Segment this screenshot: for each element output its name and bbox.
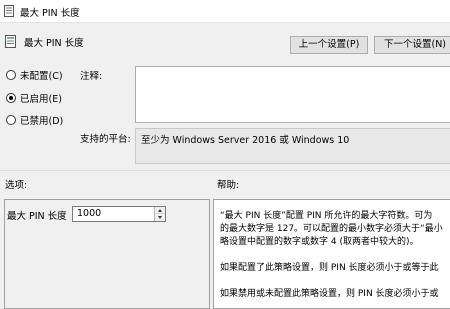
help-section-label: 帮助: — [217, 180, 240, 191]
window-title: 最大 PIN 长度 — [20, 8, 80, 19]
policy-document-icon — [4, 5, 14, 17]
options-section-label: 选项: — [5, 180, 28, 191]
arrow-up-icon — [158, 209, 162, 212]
radio-enabled[interactable]: 已启用(E) — [6, 91, 62, 105]
radio-button[interactable] — [6, 115, 16, 125]
section-divider — [0, 170, 450, 171]
arrow-down-icon — [158, 216, 162, 219]
max-pin-length-spinbox[interactable]: 1000 — [72, 206, 166, 222]
policy-setting-icon — [5, 35, 16, 48]
radio-button[interactable] — [6, 70, 16, 80]
help-text-line: 如果禁用或未配置此策略设置，则 PIN 长度必须小于或 — [220, 289, 439, 299]
radio-label: 已禁用(D) — [20, 116, 64, 127]
max-pin-length-label: 最大 PIN 长度 — [7, 211, 67, 222]
comment-label: 注释: — [80, 71, 103, 82]
supported-platform-label: 支持的平台: — [80, 134, 131, 145]
help-text-line: 的最大数字是 127。可以配置的最小数字必须大于“最小 — [220, 224, 443, 234]
radio-disabled[interactable]: 已禁用(D) — [6, 113, 63, 127]
radio-label: 已启用(E) — [20, 94, 62, 105]
help-text-line: 如果配置了此策略设置，则 PIN 长度必须小于或等于此 — [220, 263, 439, 273]
spin-down-button[interactable] — [154, 214, 165, 221]
comment-textarea[interactable] — [135, 66, 450, 123]
max-pin-length-value[interactable]: 1000 — [77, 208, 101, 219]
radio-not-configured[interactable]: 未配置(C) — [6, 68, 63, 82]
help-text-line: 略设置中配置的数字或数字 4 (取两者中较大的)。 — [220, 237, 419, 247]
spin-up-button[interactable] — [154, 207, 165, 214]
next-setting-button[interactable]: 下一个设置(N) — [374, 36, 450, 54]
help-text-line: “最大 PIN 长度”配置 PIN 所允许的最大字符数。可为 — [220, 211, 433, 221]
setting-title: 最大 PIN 长度 — [24, 38, 84, 49]
previous-setting-button[interactable]: 上一个设置(P) — [290, 36, 368, 54]
radio-button-selected[interactable] — [6, 93, 16, 103]
supported-platform-value: 至少为 Windows Server 2016 或 Windows 10 — [135, 128, 450, 164]
help-text-panel[interactable]: “最大 PIN 长度”配置 PIN 所允许的最大字符数。可为 的最大数字是 12… — [213, 199, 450, 309]
radio-label: 未配置(C) — [20, 71, 63, 82]
